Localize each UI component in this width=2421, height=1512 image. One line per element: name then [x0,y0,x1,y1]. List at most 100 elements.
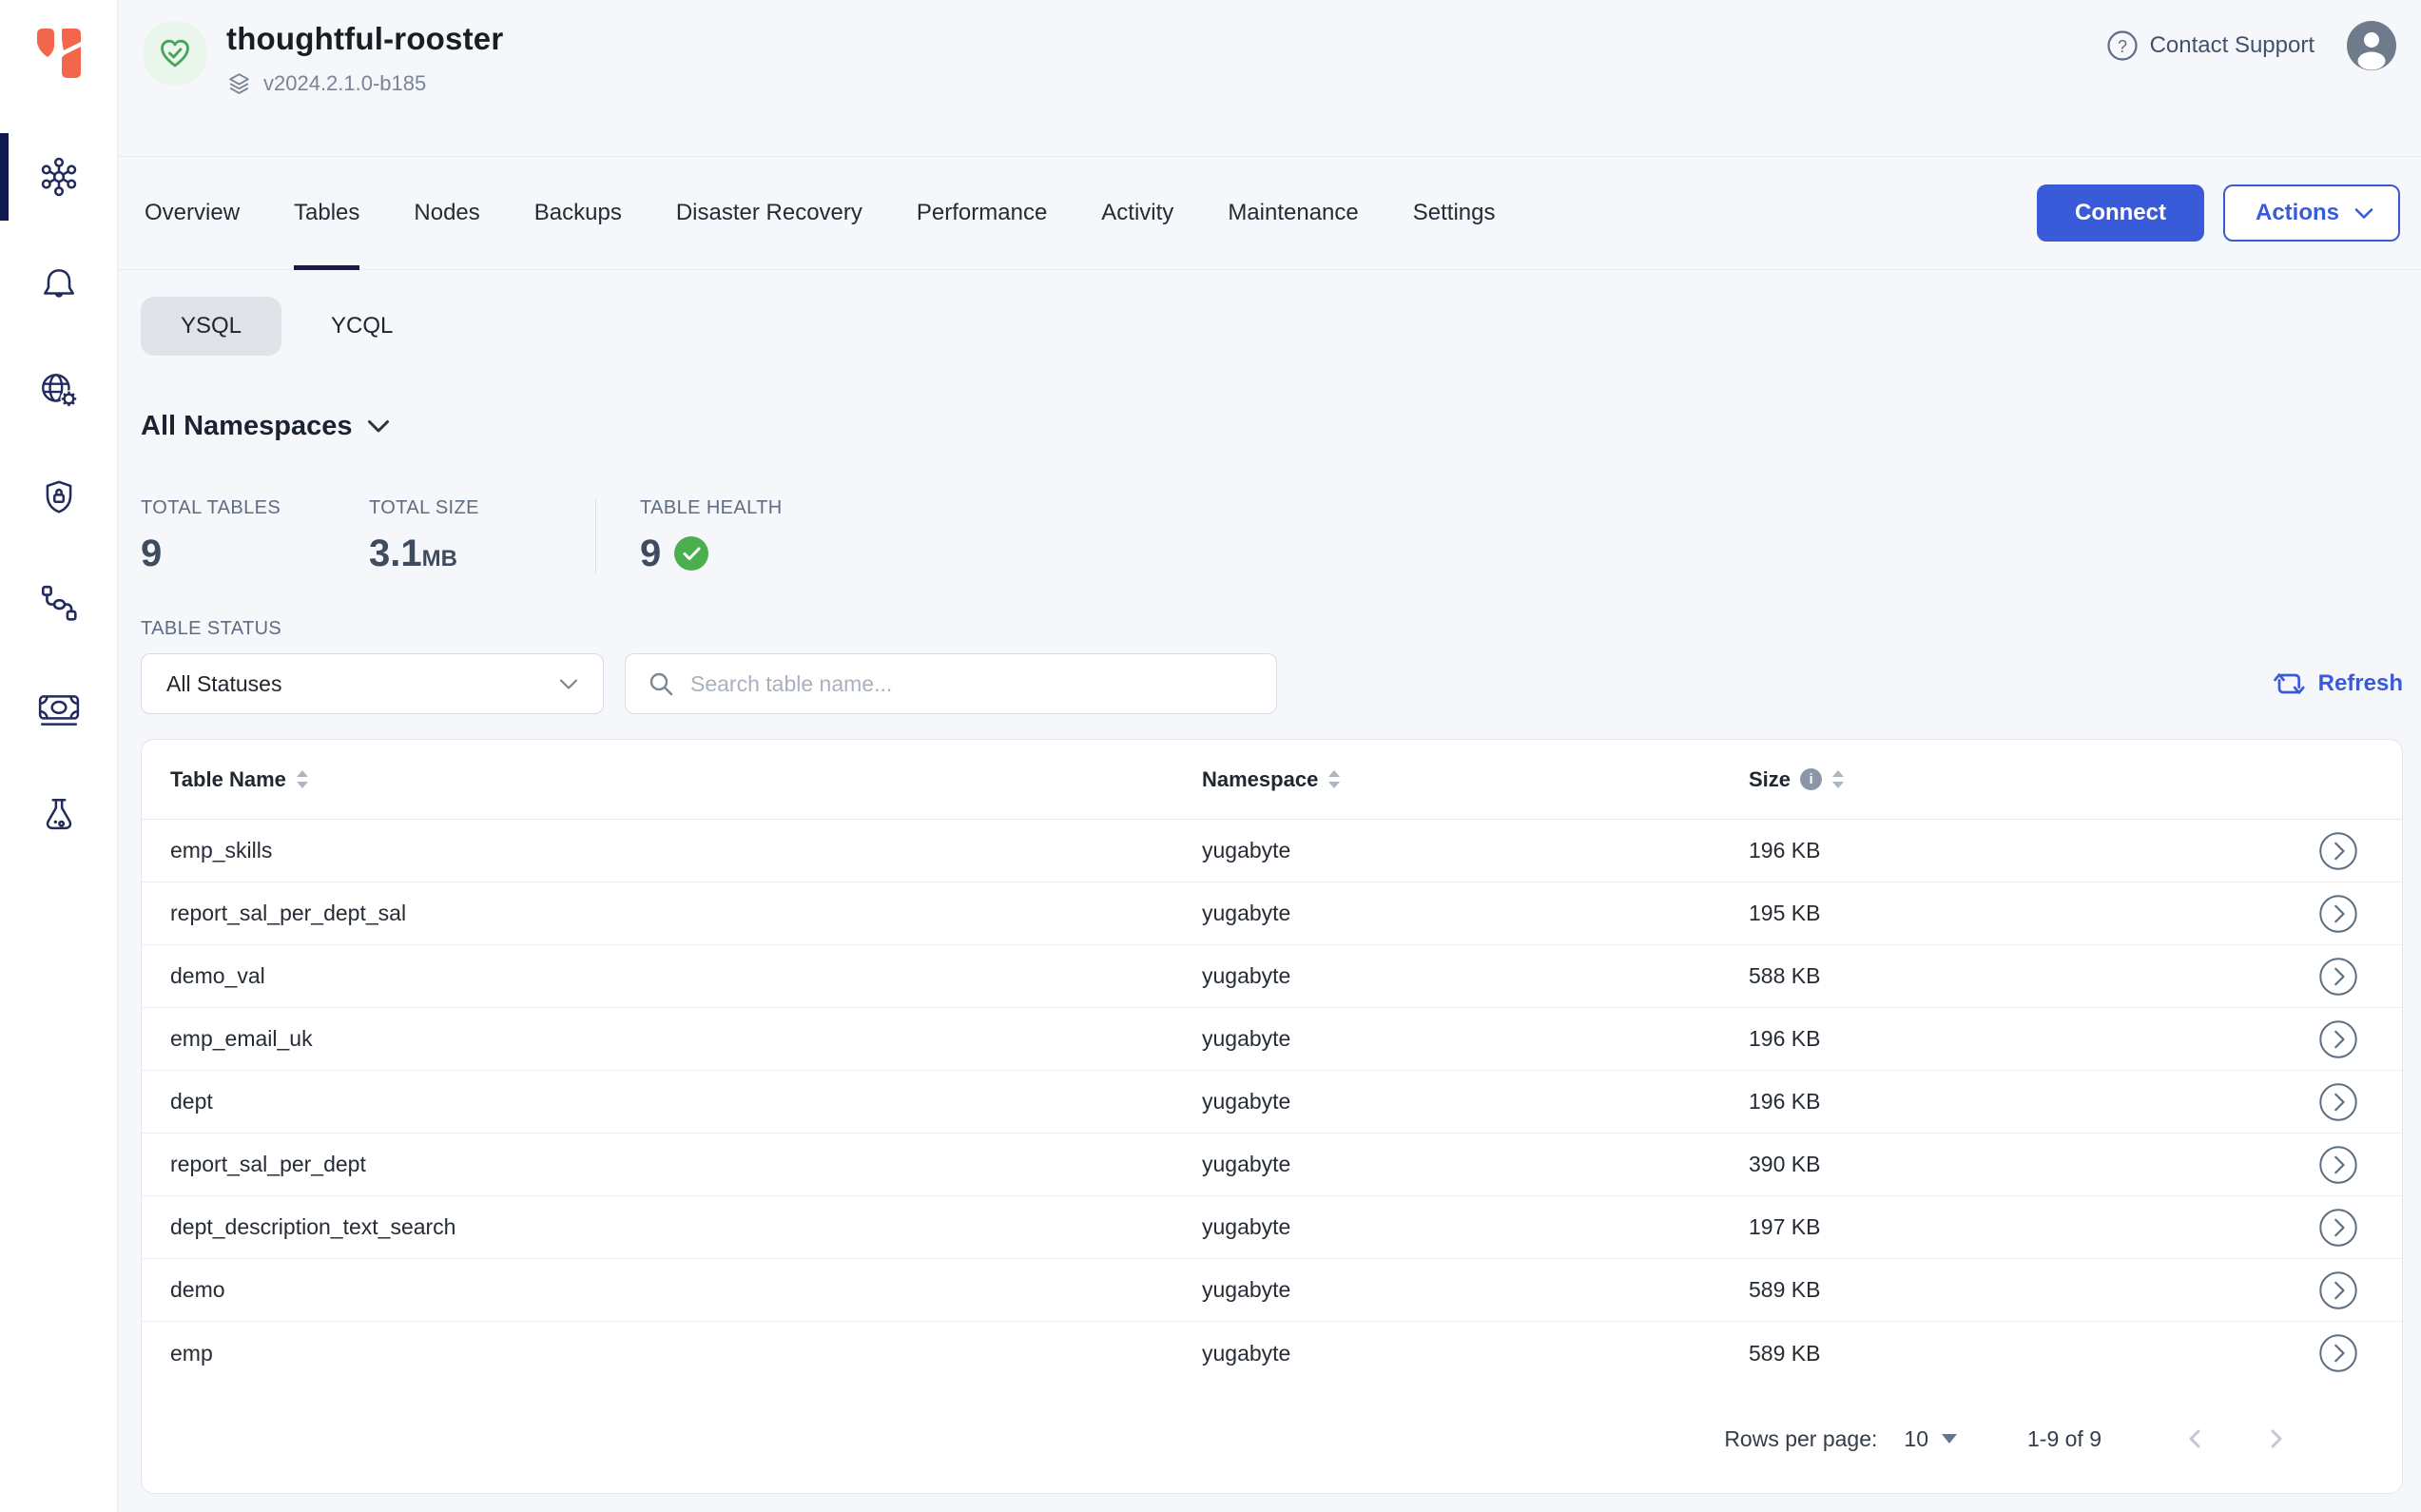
cell-size: 589 KB [1749,1341,2278,1367]
actions-label: Actions [2256,200,2339,226]
flask-icon [38,795,80,837]
table-body: emp_skills yugabyte 196 KB report_sal_pe… [142,820,2402,1385]
tab-maintenance[interactable]: Maintenance [1228,157,1358,269]
table-row[interactable]: demo_val yugabyte 588 KB [142,945,2402,1008]
stat-value: 9 [640,534,783,572]
row-detail-button[interactable] [2318,957,2358,997]
tab-label: Performance [917,200,1047,226]
row-detail-button[interactable] [2318,831,2358,871]
tab-performance[interactable]: Performance [917,157,1047,269]
row-detail-button[interactable] [2318,1208,2358,1248]
refresh-label: Refresh [2318,670,2403,697]
status-select[interactable]: All Statuses [141,653,604,714]
api-tab-label: YCQL [331,313,393,339]
stat-unit: MB [422,546,457,572]
size-info-icon[interactable]: i [1800,768,1822,790]
search-input[interactable] [690,671,1255,697]
sidebar-item-alerts[interactable] [0,230,117,337]
column-header-size: Size i [1749,767,2278,792]
api-tab-ycql[interactable]: YCQL [291,297,433,356]
stat-total-size: TOTAL SIZE 3.1MB [369,497,595,572]
row-detail-button[interactable] [2318,1145,2358,1185]
stat-value: 9 [141,534,369,572]
chevron-down-icon [367,419,390,434]
row-detail-button[interactable] [2318,1019,2358,1059]
api-toggle: YSQL YCQL [141,297,2403,356]
version-row: v2024.2.1.0-b185 [226,70,503,96]
column-header-namespace: Namespace [1202,767,1749,792]
stat-table-health: TABLE HEALTH 9 [640,497,783,572]
tab-backups[interactable]: Backups [534,157,622,269]
previous-page-button[interactable] [2183,1426,2208,1451]
cell-table-name: emp_skills [142,838,1202,863]
tab-nodes[interactable]: Nodes [414,157,479,269]
rows-per-page-select[interactable]: 10 [1904,1426,1957,1452]
table-row[interactable]: report_sal_per_dept_sal yugabyte 195 KB [142,882,2402,945]
cell-size: 197 KB [1749,1214,2278,1240]
sidebar-item-network-access[interactable] [0,337,117,443]
sort-namespace-button[interactable] [1327,769,1341,790]
tab-label: Tables [294,200,359,226]
next-page-button[interactable] [2263,1426,2288,1451]
tab-label: Overview [145,200,240,226]
nav-tabs: Overview Tables Nodes Backups Disaster Recov… [145,157,1495,269]
api-tab-label: YSQL [181,313,242,339]
integrations-icon [38,582,80,624]
sort-size-button[interactable] [1831,769,1845,790]
sidebar [0,0,118,1512]
tab-overview[interactable]: Overview [145,157,240,269]
row-detail-button[interactable] [2318,1270,2358,1310]
stats-divider [595,499,596,572]
help-circle-icon: ? [2106,29,2139,62]
tab-label: Backups [534,200,622,226]
bell-icon [39,263,79,303]
tab-disaster-recovery[interactable]: Disaster Recovery [676,157,862,269]
tab-settings[interactable]: Settings [1413,157,1496,269]
user-avatar[interactable] [2347,21,2396,70]
table-row[interactable]: demo yugabyte 589 KB [142,1259,2402,1322]
cell-table-name: emp [142,1341,1202,1367]
status-select-value: All Statuses [166,671,281,697]
rows-per-page-label: Rows per page: [1724,1426,1877,1452]
refresh-button[interactable]: Refresh [2271,667,2403,701]
stat-label: TOTAL SIZE [369,497,595,519]
sidebar-item-clusters[interactable] [0,124,117,230]
row-detail-button[interactable] [2318,1333,2358,1373]
table-row[interactable]: report_sal_per_dept yugabyte 390 KB [142,1134,2402,1196]
tab-tables[interactable]: Tables [294,157,359,269]
cell-size: 196 KB [1749,838,2278,863]
tab-activity[interactable]: Activity [1101,157,1173,269]
cluster-name: thoughtful-rooster [226,21,503,57]
sort-table-name-button[interactable] [296,769,309,790]
table-row[interactable]: emp_email_uk yugabyte 196 KB [142,1008,2402,1071]
tab-label: Activity [1101,200,1173,226]
row-detail-button[interactable] [2318,894,2358,934]
contact-support-button[interactable]: ? Contact Support [2106,29,2314,62]
table-row[interactable]: emp_skills yugabyte 196 KB [142,820,2402,882]
sidebar-item-integrations[interactable] [0,550,117,656]
layers-icon [226,70,252,96]
table-status-label: TABLE STATUS [141,618,2403,640]
yugabyte-logo-icon[interactable] [34,27,84,80]
refresh-icon [2271,667,2305,701]
table-row[interactable]: emp yugabyte 589 KB [142,1322,2402,1385]
sidebar-item-security[interactable] [0,443,117,550]
actions-button[interactable]: Actions [2223,184,2400,242]
sidebar-item-labs[interactable] [0,763,117,869]
sidebar-item-billing[interactable] [0,656,117,763]
cell-namespace: yugabyte [1202,1026,1749,1052]
namespace-dropdown-label: All Namespaces [141,411,352,442]
filter-row: All Statuses [141,653,2403,714]
table-row[interactable]: dept yugabyte 196 KB [142,1071,2402,1134]
api-tab-ysql[interactable]: YSQL [141,297,281,356]
table-row[interactable]: dept_description_text_search yugabyte 19… [142,1196,2402,1259]
row-detail-button[interactable] [2318,1082,2358,1122]
cell-table-name: emp_email_uk [142,1026,1202,1052]
cell-namespace: yugabyte [1202,838,1749,863]
namespace-dropdown[interactable]: All Namespaces [141,411,2403,442]
stats-row: TOTAL TABLES 9 TOTAL SIZE 3.1MB TABLE HE… [141,497,2403,572]
version-label: v2024.2.1.0-b185 [263,71,426,96]
table-search [625,653,1277,714]
connect-button[interactable]: Connect [2037,184,2204,242]
cell-size: 196 KB [1749,1089,2278,1115]
